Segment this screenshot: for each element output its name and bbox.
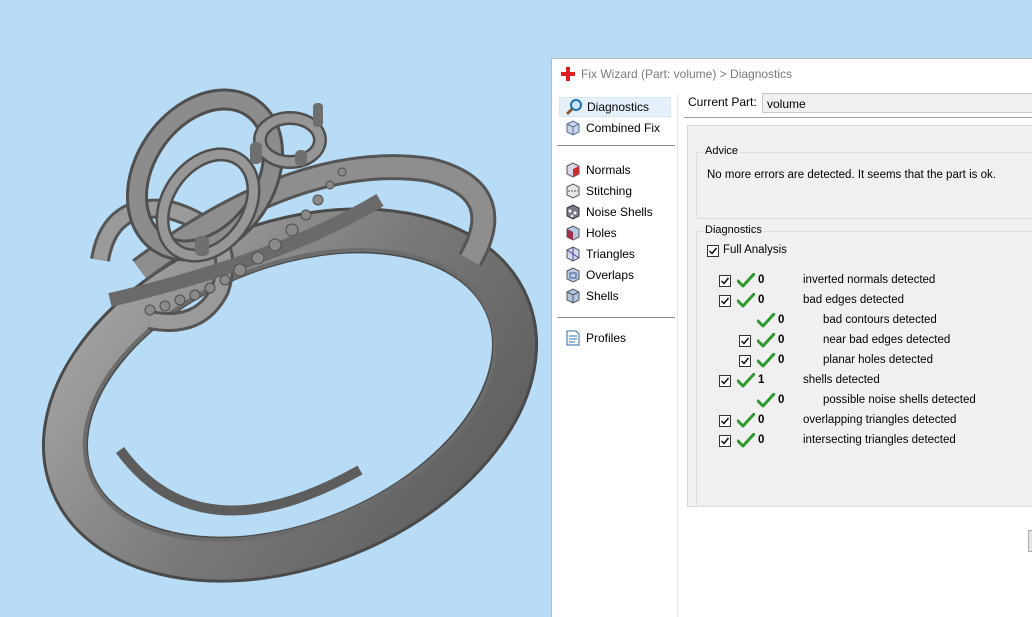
row-label: near bad edges detected: [823, 334, 951, 346]
row-checkbox[interactable]: [739, 335, 751, 347]
noise-shells-cube-icon: [564, 203, 582, 221]
profiles-document-icon: [564, 329, 582, 347]
checkmark-icon: [721, 297, 730, 305]
window-title: Fix Wizard (Part: volume) > Diagnostics: [581, 67, 793, 81]
shells-cube-icon: [564, 287, 582, 305]
row-count: 0: [758, 434, 765, 446]
checkmark-icon: [721, 417, 730, 425]
nav-item-triangles[interactable]: Triangles: [559, 244, 671, 264]
normals-cube-icon: [564, 161, 582, 179]
nav-label: Normals: [586, 163, 631, 177]
wizard-nav: Diagnostics Combined Fix Normals Stitchi…: [557, 94, 678, 617]
nav-item-normals[interactable]: Normals: [559, 160, 671, 180]
nav-item-profiles[interactable]: Profiles: [559, 328, 671, 348]
diagnostics-panel: Advice No more errors are detected. It s…: [687, 125, 1032, 552]
row-label: intersecting triangles detected: [803, 434, 956, 446]
diagnostics-group: Diagnostics Full Analysis 0 inverted norm…: [696, 224, 1032, 507]
more-button[interactable]: [1028, 530, 1032, 552]
row-checkbox[interactable]: [719, 275, 731, 287]
ok-tick-icon: [737, 373, 755, 388]
checkmark-icon: [709, 247, 718, 255]
fix-wizard-dialog: Fix Wizard (Part: volume) > Diagnostics …: [551, 58, 1032, 617]
row-checkbox[interactable]: [739, 355, 751, 367]
holes-cube-icon: [564, 224, 582, 242]
ok-tick-icon: [757, 353, 775, 368]
nav-label: Shells: [586, 289, 619, 303]
ok-tick-icon: [757, 393, 775, 408]
nav-item-shells[interactable]: Shells: [559, 286, 671, 306]
nav-item-diagnostics[interactable]: Diagnostics: [559, 97, 671, 117]
advice-title: Advice: [703, 145, 741, 157]
advice-text: No more errors are detected. It seems th…: [707, 169, 996, 181]
checkmark-icon: [721, 277, 730, 285]
nav-item-holes[interactable]: Holes: [559, 223, 671, 243]
nav-divider: [557, 145, 675, 146]
nav-label: Diagnostics: [587, 100, 650, 114]
content-divider: [684, 117, 1032, 118]
nav-item-combined-fix[interactable]: Combined Fix: [559, 118, 671, 138]
row-label: bad edges detected: [803, 294, 905, 306]
row-label: planar holes detected: [823, 354, 933, 366]
wizard-content: Current Part: volume Advice No more erro…: [684, 93, 1032, 617]
row-count: 0: [778, 354, 785, 366]
title-bar[interactable]: Fix Wizard (Part: volume) > Diagnostics: [552, 59, 1032, 89]
row-count: 0: [758, 294, 765, 306]
row-count: 0: [778, 334, 785, 346]
row-checkbox[interactable]: [719, 435, 731, 447]
nav-divider: [557, 317, 675, 318]
3d-viewport[interactable]: [0, 0, 552, 616]
row-label: inverted normals detected: [803, 274, 936, 286]
row-label: bad contours detected: [823, 314, 937, 326]
ok-tick-icon: [737, 413, 755, 428]
nav-label: Triangles: [586, 247, 635, 261]
row-label: possible noise shells detected: [823, 394, 976, 406]
current-part-field[interactable]: volume: [762, 93, 1032, 113]
row-count: 0: [778, 314, 785, 326]
checkmark-icon: [721, 377, 730, 385]
current-part-label: Current Part:: [688, 95, 757, 109]
row-checkbox[interactable]: [719, 295, 731, 307]
stitching-cube-icon: [564, 182, 582, 200]
overlaps-cube-icon: [564, 266, 582, 284]
checkmark-icon: [741, 337, 750, 345]
row-count: 0: [778, 394, 785, 406]
row-checkbox[interactable]: [719, 415, 731, 427]
ok-tick-icon: [737, 273, 755, 288]
row-checkbox[interactable]: [719, 375, 731, 387]
row-count: 0: [758, 274, 765, 286]
advice-group: Advice No more errors are detected. It s…: [696, 145, 1032, 219]
row-count: 1: [758, 374, 765, 386]
nav-item-overlaps[interactable]: Overlaps: [559, 265, 671, 285]
red-cross-icon: [561, 67, 575, 81]
nav-label: Combined Fix: [586, 121, 661, 135]
full-analysis-checkbox[interactable]: [707, 245, 719, 257]
nav-label: Holes: [586, 226, 617, 240]
ok-tick-icon: [737, 293, 755, 308]
nav-label: Stitching: [586, 184, 633, 198]
nav-label: Profiles: [586, 331, 627, 345]
triangles-cube-icon: [564, 245, 582, 263]
checkmark-icon: [721, 437, 730, 445]
full-analysis-label: Full Analysis: [723, 244, 787, 256]
ok-tick-icon: [737, 433, 755, 448]
nav-label: Overlaps: [586, 268, 635, 282]
ring-model: [41, 88, 539, 583]
combined-fix-cube-icon: [564, 119, 582, 137]
magnifier-icon: [565, 98, 583, 116]
ok-tick-icon: [757, 313, 775, 328]
checkmark-icon: [741, 357, 750, 365]
row-label: overlapping triangles detected: [803, 414, 957, 426]
ok-tick-icon: [757, 333, 775, 348]
row-count: 0: [758, 414, 765, 426]
nav-label: Noise Shells: [586, 205, 653, 219]
diagnostics-title: Diagnostics: [703, 224, 764, 236]
nav-item-noise-shells[interactable]: Noise Shells: [559, 202, 671, 222]
nav-item-stitching[interactable]: Stitching: [559, 181, 671, 201]
row-label: shells detected: [803, 374, 880, 386]
